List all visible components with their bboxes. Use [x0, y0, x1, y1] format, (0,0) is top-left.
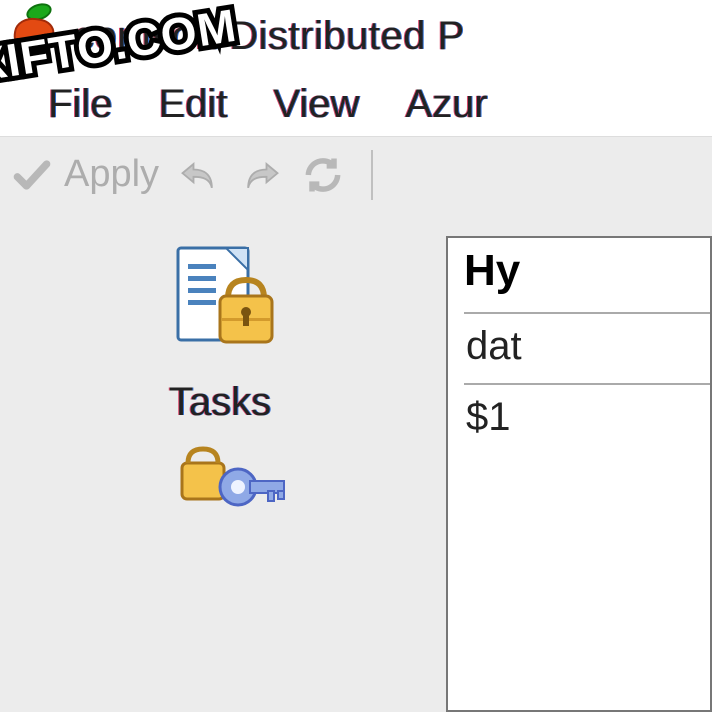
sidebar-item-second[interactable] — [150, 443, 290, 533]
panel-row-2: $1 — [464, 383, 710, 454]
tasks-icon — [150, 234, 290, 374]
apply-button[interactable]: Apply — [10, 153, 159, 197]
menu-edit[interactable]: Edit — [158, 82, 227, 127]
sidebar: Tasks — [0, 212, 440, 712]
redo-icon — [239, 153, 283, 197]
refresh-button[interactable] — [301, 153, 345, 197]
undo-icon — [177, 153, 221, 197]
menu-view[interactable]: View — [273, 82, 359, 127]
check-icon — [10, 153, 54, 197]
panel-row-1: dat — [464, 312, 710, 383]
menubar: File Edit View Azur — [0, 72, 712, 136]
key-lock-icon — [150, 443, 290, 533]
apply-label: Apply — [64, 153, 159, 196]
toolbar: Apply — [0, 136, 712, 212]
tasks-label: Tasks — [169, 380, 271, 425]
refresh-icon — [301, 153, 345, 197]
menu-azure[interactable]: Azur — [405, 82, 487, 127]
details-panel: Hy dat $1 — [446, 236, 712, 712]
redo-button[interactable] — [239, 153, 283, 197]
toolbar-divider — [371, 150, 373, 200]
undo-button[interactable] — [177, 153, 221, 197]
panel-heading: Hy — [464, 246, 710, 296]
menu-file[interactable]: File — [48, 82, 112, 127]
right-panel: Hy dat $1 — [440, 212, 712, 712]
workarea: Tasks Hy dat $1 — [0, 212, 712, 712]
sidebar-item-tasks[interactable]: Tasks — [150, 234, 290, 425]
